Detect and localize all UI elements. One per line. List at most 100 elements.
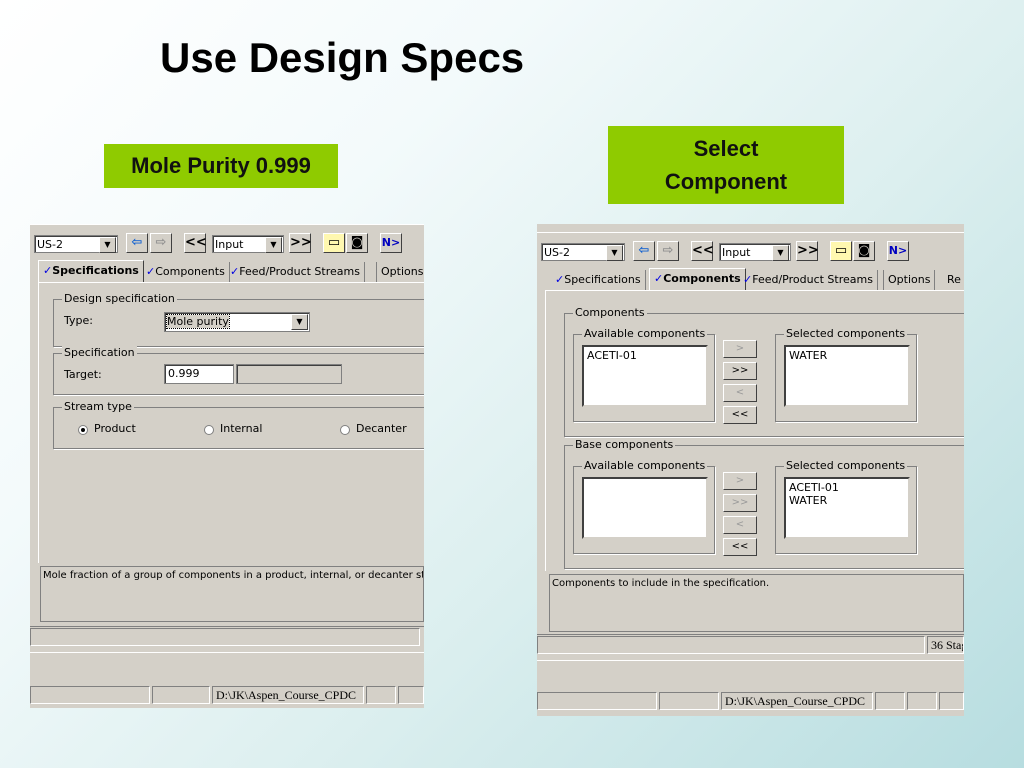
block-select-value: US-2 — [37, 238, 64, 251]
tab-label: Components — [663, 272, 741, 285]
block-select[interactable]: US-2 ▼ — [541, 243, 625, 261]
slide-title: Use Design Specs — [160, 34, 525, 81]
divider — [30, 652, 424, 653]
target-label: Target: — [64, 368, 102, 381]
chevron-down-icon[interactable]: ▼ — [99, 237, 116, 253]
forward-arrow-icon[interactable]: ⇨ — [150, 233, 172, 253]
status-field — [537, 636, 925, 654]
status-field — [30, 628, 420, 646]
tab-components[interactable]: ✓Components — [142, 262, 230, 282]
tab-label: Specifications — [52, 264, 139, 277]
forward-arrow-icon[interactable]: ⇨ — [657, 241, 679, 261]
status-field — [398, 686, 424, 704]
status-icon[interactable]: ◙ — [853, 241, 875, 261]
group-legend: Selected components — [784, 459, 908, 472]
tab-components[interactable]: ✓Components — [649, 268, 746, 291]
check-icon: ✓ — [743, 273, 753, 286]
tab-feed-product-streams[interactable]: ✓Feed/Product Streams — [739, 270, 878, 290]
internal-radio[interactable] — [204, 425, 214, 435]
tab-options[interactable]: Options — [376, 262, 424, 282]
back-arrow-icon[interactable]: ⇦ — [126, 233, 148, 253]
type-select-value: Mole purity — [166, 314, 230, 329]
list-item[interactable]: WATER — [789, 349, 905, 362]
block-select[interactable]: US-2 ▼ — [34, 235, 118, 253]
status-path: D:\JK\Aspen_Course_CPDC — [212, 686, 364, 704]
group-legend: Base components — [573, 438, 676, 451]
status-field — [366, 686, 396, 704]
group-legend: Components — [573, 306, 647, 319]
list-item[interactable]: ACETI-01 — [587, 349, 703, 362]
tab-specifications[interactable]: ✓Specifications — [551, 270, 646, 290]
chevron-down-icon[interactable]: ▼ — [772, 245, 789, 261]
selected-components-list[interactable]: WATER — [784, 345, 910, 407]
prompt-area: Components to include in the specificati… — [549, 574, 964, 632]
mode-select[interactable]: Input ▼ — [719, 243, 791, 261]
group-legend: Available components — [582, 459, 708, 472]
internal-label: Internal — [220, 422, 263, 435]
status-field — [152, 686, 210, 704]
status-field — [875, 692, 905, 710]
remove-all-button[interactable]: << — [723, 406, 757, 424]
status-field — [907, 692, 937, 710]
stream-type-group: Stream type Product Internal Decanter — [53, 400, 424, 449]
target-input[interactable]: 0.999 — [164, 364, 234, 384]
mode-select[interactable]: Input ▼ — [212, 235, 284, 253]
list-item[interactable]: ACETI-01 — [789, 481, 905, 494]
next-step-button[interactable]: N> — [887, 241, 909, 261]
notes-icon[interactable]: ▭ — [323, 233, 345, 253]
group-legend: Stream type — [62, 400, 134, 413]
divider — [537, 634, 964, 635]
units-field[interactable] — [236, 364, 342, 384]
status-stages: 36 Stag — [927, 636, 964, 654]
chevron-down-icon[interactable]: ▼ — [291, 314, 308, 330]
decanter-radio[interactable] — [340, 425, 350, 435]
tab-label: Feed/Product Streams — [239, 265, 360, 278]
status-icon[interactable]: ◙ — [346, 233, 368, 253]
back-arrow-icon[interactable]: ⇦ — [633, 241, 655, 261]
next-step-button[interactable]: N> — [380, 233, 402, 253]
check-icon: ✓ — [146, 265, 156, 278]
next-button[interactable]: >> — [796, 241, 819, 261]
toolbar: US-2 ▼ ⇦ ⇨ << Input ▼ >> ▭ ◙ N> — [30, 224, 424, 259]
available-components-list[interactable]: ACETI-01 — [582, 345, 708, 407]
components-pane: Components Available components ACETI-01… — [545, 290, 964, 571]
base-add-all-button[interactable]: >> — [723, 494, 757, 512]
tab-options[interactable]: Options — [883, 270, 936, 290]
selected-components-group: Selected components WATER — [775, 327, 917, 422]
check-icon: ✓ — [43, 264, 53, 277]
chevron-down-icon[interactable]: ▼ — [265, 237, 282, 253]
mode-select-value: Input — [215, 238, 244, 251]
status-path: D:\JK\Aspen_Course_CPDC — [721, 692, 873, 710]
base-remove-button[interactable]: < — [723, 516, 757, 534]
tab-label: Specifications — [564, 273, 641, 286]
chevron-down-icon[interactable]: ▼ — [606, 245, 623, 261]
base-available-components-list[interactable] — [582, 477, 708, 539]
tab-more[interactable]: Re — [943, 270, 964, 290]
tab-label: Components — [155, 265, 225, 278]
base-remove-all-button[interactable]: << — [723, 538, 757, 556]
next-button[interactable]: >> — [289, 233, 312, 253]
add-all-button[interactable]: >> — [723, 362, 757, 380]
previous-button[interactable]: << — [691, 241, 714, 261]
tab-feed-product-streams[interactable]: ✓Feed/Product Streams — [226, 262, 365, 282]
add-button[interactable]: > — [723, 340, 757, 358]
base-selected-components-group: Selected components ACETI-01 WATER — [775, 459, 917, 554]
product-label: Product — [94, 422, 136, 435]
tab-specifications[interactable]: ✓Specifications — [38, 260, 144, 283]
list-item[interactable]: WATER — [789, 494, 905, 507]
check-icon: ✓ — [654, 272, 664, 285]
product-radio[interactable] — [78, 425, 88, 435]
divider — [30, 626, 424, 627]
components-window: US-2 ▼ ⇦ ⇨ << Input ▼ >> ▭ ◙ N> ✓Specifi… — [537, 224, 964, 716]
base-add-button[interactable]: > — [723, 472, 757, 490]
previous-button[interactable]: << — [184, 233, 207, 253]
status-field — [30, 686, 150, 704]
base-selected-components-list[interactable]: ACETI-01 WATER — [784, 477, 910, 539]
notes-icon[interactable]: ▭ — [830, 241, 852, 261]
specifications-pane: Design specification Type: Mole purity ▼… — [38, 282, 424, 563]
remove-button[interactable]: < — [723, 384, 757, 402]
type-select[interactable]: Mole purity ▼ — [164, 312, 310, 332]
status-field — [659, 692, 719, 710]
prompt-area: Mole fraction of a group of components i… — [40, 566, 424, 622]
tab-label: Re — [947, 273, 961, 286]
